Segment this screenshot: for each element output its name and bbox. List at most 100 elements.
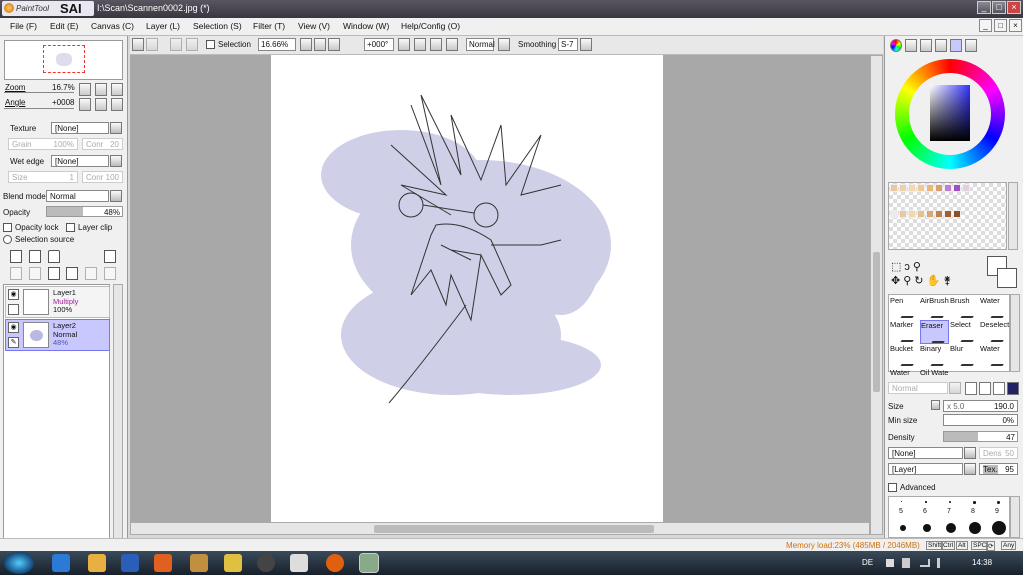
redo-icon[interactable] [146,38,158,51]
brush-texture-dropdown-icon[interactable] [964,463,976,475]
nav-zoom-out-icon[interactable] [79,83,91,96]
brush-shape-hard-icon[interactable] [965,382,977,395]
maximize-button[interactable]: □ [992,1,1006,14]
rotate-right-icon[interactable] [414,38,426,51]
smoothing-select[interactable]: S-7 [558,38,578,51]
menu-canvas[interactable]: Canvas (C) [91,21,134,31]
swatches-scrollbar[interactable] [1008,182,1018,250]
move-icon[interactable]: ✥ [891,275,903,287]
messenger-icon[interactable] [290,554,308,572]
ie-icon[interactable] [52,554,70,572]
nav-zoom-in-icon[interactable] [95,83,107,96]
undo-icon[interactable] [132,38,144,51]
tool-deselect[interactable]: Deselect [980,320,1010,344]
magic-wand-icon[interactable]: ⚲ [913,261,924,273]
color-swatch[interactable] [935,210,943,218]
layer-mask-icon[interactable] [104,250,116,263]
clear-layer-icon[interactable] [48,267,60,280]
color-swatch[interactable] [944,184,952,192]
secondary-color-swatch[interactable] [997,268,1017,288]
menu-file[interactable]: File (F) [10,21,37,31]
explorer-icon[interactable] [88,554,106,572]
brush-mode-dropdown-icon[interactable] [949,382,961,394]
brush-preset-small[interactable] [901,501,902,502]
media-player-icon[interactable] [154,554,172,572]
zoom-slider[interactable] [4,92,74,93]
word-icon[interactable] [121,554,139,572]
canvas-paper[interactable] [271,55,663,522]
zoom-out-icon[interactable] [300,38,312,51]
zoom-field[interactable]: 16.66% [258,38,296,51]
selection-source-circle[interactable] [3,235,12,245]
tool-airbrush[interactable]: AirBrush [920,296,950,320]
color-swatch[interactable] [908,210,916,218]
texture-dropdown-icon[interactable] [110,122,122,134]
navigator-thumbnail[interactable] [4,40,123,80]
deselect-icon[interactable] [170,38,182,51]
brush-preset-large[interactable] [991,520,1007,536]
doc-close-button[interactable]: × [1009,19,1022,32]
doc-minimize-button[interactable]: _ [979,19,992,32]
color-swatch[interactable] [890,210,898,218]
brush-size-slider[interactable]: x 5.0 190.0 [943,400,1018,412]
angle-slider[interactable] [4,108,74,109]
visibility-eye-icon[interactable]: ◉ [8,289,19,300]
brush-shape-select[interactable]: [None] [888,447,963,459]
rotate-left-icon[interactable] [398,38,410,51]
menu-layer[interactable]: Layer (L) [146,21,180,31]
rotate-tool-icon[interactable]: ↻ [914,275,926,287]
close-button[interactable]: × [1007,1,1021,14]
layer-row-1[interactable]: ◉ Layer1 Multiply 100% [5,286,110,318]
color-swatch[interactable] [908,184,916,192]
tool-blur[interactable]: Blur [950,344,980,368]
menu-filter[interactable]: Filter (T) [253,21,285,31]
menu-help-config[interactable]: Help/Config (O) [401,21,460,31]
color-swatch[interactable] [953,184,961,192]
flip-icon[interactable] [446,38,458,51]
tool-binary[interactable]: Binary [920,344,950,368]
brush-preset-small[interactable] [925,501,927,503]
brush-preset-large[interactable] [922,523,932,533]
tool-marker[interactable]: Marker [890,320,920,344]
color-swatches[interactable] [888,182,1007,250]
invert-selection-icon[interactable] [186,38,198,51]
layer-row-2[interactable]: ◉ ✎ Layer2 Normal 48% [5,319,110,351]
painttool-sai-task-icon[interactable] [359,553,379,573]
advanced-checkbox[interactable]: Advanced [888,483,936,493]
menu-edit[interactable]: Edit (E) [50,21,78,31]
tool-eraser[interactable]: Eraser [920,320,951,344]
tool-select[interactable]: Select [950,320,980,344]
tool-pen[interactable]: Pen [890,296,920,320]
selection-source-radio[interactable]: Selection source [3,235,74,245]
color-swatch[interactable] [962,184,970,192]
eyedropper-icon[interactable]: ⚵ [943,275,954,287]
scratchpad-tab-icon[interactable] [965,39,977,52]
layer-brush-icon[interactable]: ✎ [8,337,19,348]
start-button[interactable] [4,552,34,574]
color-swatch[interactable] [917,210,925,218]
brush-shape-soft-icon[interactable] [993,382,1005,395]
flatten-icon[interactable] [104,267,116,280]
color-wheel-tab-icon[interactable] [890,39,902,52]
new-folder-icon[interactable] [48,250,60,263]
color-swatch[interactable] [944,210,952,218]
tool-icon[interactable] [224,554,242,572]
merge-visible-icon[interactable] [85,267,97,280]
nav-rotate-reset-icon[interactable] [111,98,123,111]
advanced-box[interactable] [888,483,897,493]
tex-field[interactable]: Tex. 95 [979,463,1018,475]
transfer-down-icon[interactable] [10,267,22,280]
canvas-horizontal-scrollbar[interactable] [130,522,870,535]
opacity-slider[interactable]: 48% [46,206,123,217]
tool-grid-scrollbar[interactable] [1010,294,1020,372]
color-swatch[interactable] [926,184,934,192]
network-icon[interactable] [920,559,930,567]
new-layer-icon[interactable] [10,250,22,263]
blend-mode-dropdown-icon[interactable] [110,190,122,202]
tray-arrow-icon[interactable] [886,559,894,567]
layer-lock-icon[interactable] [8,304,19,315]
size-lock-icon[interactable] [931,400,940,410]
brush-texture-select[interactable]: [Layer] [888,463,963,475]
canvas-vertical-scrollbar[interactable] [870,55,883,535]
color-swatch[interactable] [899,184,907,192]
